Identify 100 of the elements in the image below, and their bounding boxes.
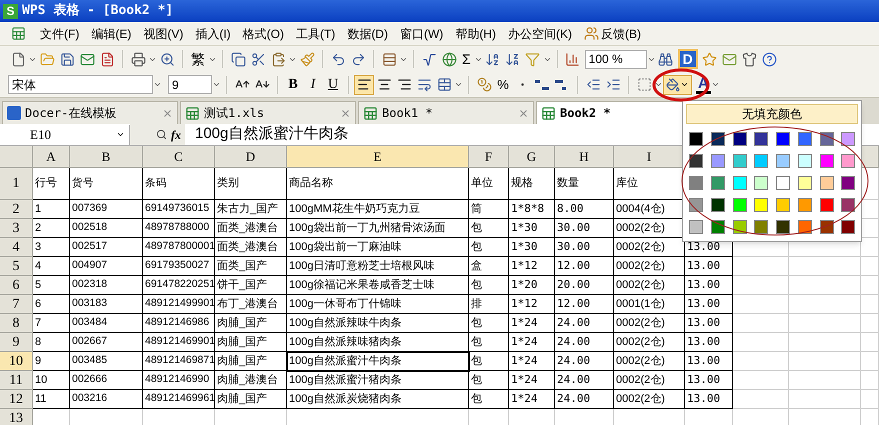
- column-header[interactable]: [861, 146, 879, 168]
- empty-cell: [789, 352, 861, 371]
- document-tab[interactable]: Book1 *: [358, 101, 534, 124]
- color-swatch[interactable]: [732, 154, 746, 168]
- color-swatch[interactable]: [689, 198, 703, 212]
- dropdown-icon[interactable]: [710, 80, 720, 89]
- document-tab[interactable]: Docer-在线模板: [2, 101, 178, 124]
- dropdown-icon[interactable]: [116, 130, 125, 139]
- row-header[interactable]: 3: [0, 219, 33, 238]
- color-swatch[interactable]: [820, 132, 834, 146]
- color-swatch[interactable]: [754, 176, 768, 190]
- color-swatch[interactable]: [776, 132, 790, 146]
- color-swatch[interactable]: [754, 132, 768, 146]
- color-swatch[interactable]: [710, 154, 725, 168]
- row-header[interactable]: 4: [0, 238, 33, 257]
- color-swatch[interactable]: [732, 198, 746, 212]
- no-fill-option[interactable]: 无填充颜色: [686, 104, 858, 124]
- row-header[interactable]: 9: [0, 333, 33, 352]
- row-header[interactable]: 2: [0, 200, 33, 219]
- color-swatch[interactable]: [689, 154, 703, 168]
- color-swatch[interactable]: [798, 154, 812, 168]
- font-field[interactable]: 宋体: [8, 75, 153, 94]
- dropdown-icon[interactable]: [454, 80, 463, 89]
- color-swatch[interactable]: [710, 132, 725, 146]
- row-header[interactable]: 11: [0, 371, 33, 390]
- dropdown-icon[interactable]: [212, 80, 221, 89]
- color-swatch[interactable]: [776, 176, 790, 190]
- dropdown-icon[interactable]: [153, 80, 162, 89]
- menu-item[interactable]: 格式(O): [242, 24, 284, 42]
- color-swatch[interactable]: [776, 198, 790, 212]
- color-swatch[interactable]: [776, 220, 790, 234]
- color-swatch[interactable]: [798, 220, 812, 234]
- color-swatch[interactable]: [841, 154, 856, 168]
- column-header[interactable]: B: [70, 146, 143, 168]
- menu-item[interactable]: 文件(F): [40, 24, 80, 42]
- color-swatch[interactable]: [798, 176, 812, 190]
- column-header[interactable]: C: [143, 146, 215, 168]
- menu-item[interactable]: 编辑(E): [91, 24, 132, 42]
- italic-button[interactable]: I: [303, 74, 323, 95]
- color-swatch[interactable]: [732, 176, 746, 190]
- percent-button[interactable]: %: [494, 74, 512, 94]
- zoom-field[interactable]: 100 %: [584, 50, 647, 68]
- menu-item[interactable]: 工具(T): [296, 24, 336, 42]
- traditional-button[interactable]: 繁: [188, 48, 208, 70]
- align-left-button[interactable]: [354, 74, 374, 94]
- column-header[interactable]: E: [287, 146, 469, 168]
- color-swatch[interactable]: [710, 220, 725, 234]
- color-swatch[interactable]: [689, 176, 703, 190]
- color-swatch[interactable]: [820, 176, 834, 190]
- menu-item[interactable]: 反馈(B): [600, 24, 641, 42]
- menu-item[interactable]: 视图(V): [143, 24, 184, 42]
- column-header[interactable]: F: [469, 146, 509, 168]
- column-header[interactable]: D: [215, 146, 287, 168]
- column-header[interactable]: G: [509, 146, 555, 168]
- row-header[interactable]: 12: [0, 390, 33, 409]
- color-swatch[interactable]: [798, 198, 812, 212]
- color-swatch[interactable]: [732, 132, 746, 146]
- increase-decimal-icon[interactable]: [534, 78, 550, 92]
- color-swatch[interactable]: [689, 220, 703, 234]
- color-swatch[interactable]: [820, 154, 834, 168]
- bold-button[interactable]: B: [283, 74, 303, 95]
- sum-button[interactable]: Σ: [459, 48, 474, 70]
- color-swatch[interactable]: [776, 154, 790, 168]
- row-header[interactable]: 8: [0, 314, 33, 333]
- column-header[interactable]: I: [614, 146, 685, 168]
- document-tab[interactable]: 测试1.xls: [180, 101, 356, 124]
- font-size-field[interactable]: 9: [168, 75, 212, 94]
- menu-item[interactable]: 窗口(W): [400, 24, 444, 42]
- color-swatch[interactable]: [841, 176, 856, 190]
- row-header[interactable]: 13: [0, 409, 33, 425]
- color-swatch[interactable]: [754, 154, 768, 168]
- color-swatch[interactable]: [754, 220, 768, 234]
- color-swatch[interactable]: [710, 176, 725, 190]
- row-header[interactable]: 7: [0, 295, 33, 314]
- formula-field[interactable]: 100g自然派蜜汁牛肉条: [185, 123, 879, 146]
- color-swatch[interactable]: [689, 132, 703, 146]
- underline-button[interactable]: U: [323, 74, 343, 95]
- row-header[interactable]: 5: [0, 257, 33, 276]
- dropdown-icon[interactable]: [654, 80, 663, 89]
- fill-color-button[interactable]: [663, 74, 692, 94]
- color-swatch[interactable]: [754, 198, 768, 212]
- color-swatch[interactable]: [841, 198, 856, 212]
- row-header[interactable]: 1: [0, 168, 33, 200]
- row-header[interactable]: 6: [0, 276, 33, 295]
- row-header[interactable]: 10: [0, 352, 33, 371]
- column-header[interactable]: A: [33, 146, 70, 168]
- color-swatch[interactable]: [841, 220, 856, 234]
- column-header[interactable]: H: [555, 146, 614, 168]
- menu-item[interactable]: 插入(I): [195, 24, 231, 42]
- color-swatch[interactable]: [820, 220, 834, 234]
- color-swatch[interactable]: [820, 198, 834, 212]
- function-button[interactable]: fx: [171, 126, 181, 144]
- letter-tile-button[interactable]: D: [678, 49, 698, 69]
- color-swatch[interactable]: [732, 220, 746, 234]
- color-swatch[interactable]: [798, 132, 812, 146]
- color-swatch[interactable]: [710, 198, 725, 212]
- menu-item[interactable]: 数据(D): [347, 24, 388, 42]
- color-swatch[interactable]: [841, 132, 856, 146]
- menu-item[interactable]: 办公空间(K): [508, 24, 572, 42]
- menu-item[interactable]: 帮助(H): [455, 24, 496, 42]
